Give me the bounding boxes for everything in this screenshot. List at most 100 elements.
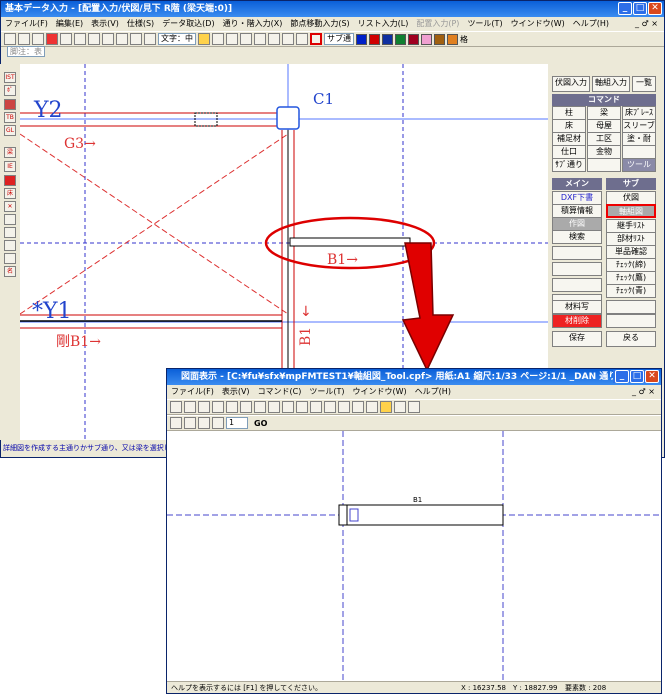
window-view-icon[interactable] xyxy=(324,401,336,413)
new-icon[interactable] xyxy=(4,33,16,45)
save-button[interactable]: 保存 xyxy=(552,331,602,347)
minimize-button[interactable]: _ xyxy=(618,2,632,15)
preview-menu-tools[interactable]: ツール(T) xyxy=(309,385,344,399)
fold-select[interactable]: 脚注：表 xyxy=(7,46,45,57)
tool-gl[interactable]: GL xyxy=(4,125,16,136)
color-navy[interactable] xyxy=(382,33,393,45)
menu-node-move[interactable]: 節点移動入力(S) xyxy=(290,17,349,31)
paste-icon[interactable] xyxy=(268,401,280,413)
sub-plan[interactable]: 伏図 xyxy=(606,191,656,205)
cmd-column[interactable]: 柱 xyxy=(552,106,586,120)
arrow-icon[interactable] xyxy=(282,33,294,45)
color-brown[interactable] xyxy=(434,33,445,45)
tool-red[interactable] xyxy=(4,175,16,186)
sub-empty-2[interactable] xyxy=(606,314,656,328)
cmd-beam[interactable]: 梁 xyxy=(587,106,621,120)
redo-icon[interactable] xyxy=(32,33,44,45)
tool-point[interactable]: ﾎﾟ xyxy=(4,85,16,96)
menu-help[interactable]: ヘルプ(H) xyxy=(573,17,609,31)
tool-cross[interactable]: ✕ xyxy=(4,201,16,212)
close-button[interactable]: ✕ xyxy=(648,2,662,15)
preview-menu-view[interactable]: 表示(V) xyxy=(222,385,250,399)
prev-page-icon[interactable] xyxy=(184,417,196,429)
cmd-empty-2[interactable] xyxy=(587,158,621,172)
cmd-sub-grid[interactable]: ｻﾌﾞ通り xyxy=(552,158,586,172)
cmd-empty-1[interactable] xyxy=(622,145,656,159)
cmd-supplement[interactable]: 補足材 xyxy=(552,132,586,146)
main-empty-2[interactable] xyxy=(552,262,602,276)
rect-icon[interactable] xyxy=(296,401,308,413)
tool-name[interactable]: 名 xyxy=(4,266,16,277)
cmd-floor-brace[interactable]: 床ﾌﾞﾚｰｽ xyxy=(622,106,656,120)
layer-icon[interactable] xyxy=(226,33,238,45)
sub-frame-diagram[interactable]: 軸組図 xyxy=(606,204,656,218)
zoom-in-icon[interactable] xyxy=(352,401,364,413)
cross-icon[interactable] xyxy=(268,33,280,45)
mdi-controls[interactable]: _ ♂ × xyxy=(635,17,658,31)
maximize-button[interactable]: □ xyxy=(633,2,647,15)
copy-icon[interactable] xyxy=(254,401,266,413)
sub-grid-select[interactable]: サブ通 xyxy=(324,33,354,45)
main-dxf[interactable]: DXF下書 xyxy=(552,191,602,205)
menu-grid-input[interactable]: 通り・階入力(X) xyxy=(223,17,283,31)
menu-window[interactable]: ウインドウ(W) xyxy=(511,17,565,31)
preview-canvas[interactable]: B1 xyxy=(167,431,661,682)
color-darkred[interactable] xyxy=(408,33,419,45)
sub-empty-1[interactable] xyxy=(606,300,656,314)
undo-icon[interactable] xyxy=(18,33,30,45)
color-green[interactable] xyxy=(395,33,406,45)
print-preview-icon[interactable] xyxy=(226,401,238,413)
preview-maximize-button[interactable]: □ xyxy=(630,370,644,383)
color-pink[interactable] xyxy=(421,33,432,45)
back-button[interactable]: 戻る xyxy=(606,331,656,347)
check-icon[interactable] xyxy=(296,33,308,45)
measure-tool-icon[interactable] xyxy=(380,401,392,413)
preview-mdi-controls[interactable]: _ ♂ × xyxy=(632,385,655,399)
tool-tb[interactable]: TB xyxy=(4,112,16,123)
zoom-fit-icon[interactable] xyxy=(102,33,114,45)
zoom-icon[interactable] xyxy=(116,33,128,45)
red-frame-icon[interactable] xyxy=(310,33,322,45)
sub-check-2[interactable]: ﾁｪｯｸ(鷹) xyxy=(606,271,656,285)
main-material-copy[interactable]: 材料写 xyxy=(552,300,602,314)
select-icon[interactable] xyxy=(60,33,72,45)
measure-icon[interactable] xyxy=(198,33,210,45)
menu-spec[interactable]: 仕様(S) xyxy=(127,17,154,31)
preview-menu-window[interactable]: ウインドウ(W) xyxy=(353,385,407,399)
sub-single-check[interactable]: 単品確認 xyxy=(606,245,656,259)
tool-ist[interactable]: IST xyxy=(4,72,16,83)
menu-edit[interactable]: 編集(E) xyxy=(56,17,83,31)
text-size-select[interactable]: 文字：中 xyxy=(158,33,196,45)
stop-icon[interactable] xyxy=(46,33,58,45)
cmd-sleeve[interactable]: スリーブ xyxy=(622,119,656,133)
tool-b[interactable] xyxy=(4,227,16,238)
print-icon[interactable] xyxy=(212,401,224,413)
menu-list-input[interactable]: リスト入力(L) xyxy=(358,17,409,31)
main-empty-1[interactable] xyxy=(552,246,602,260)
grid-view-icon[interactable] xyxy=(310,401,322,413)
preview-menu-command[interactable]: コマンド(C) xyxy=(258,385,302,399)
menu-data-import[interactable]: データ取込(D) xyxy=(162,17,214,31)
tab-plan-input[interactable]: 伏図入力 xyxy=(552,76,590,92)
last-page-icon[interactable] xyxy=(212,417,224,429)
cmd-floor[interactable]: 床 xyxy=(552,119,586,133)
main-estimate[interactable]: 積算情報 xyxy=(552,204,602,218)
sub-check-3[interactable]: ﾁｪｯｸ(青) xyxy=(606,284,656,298)
preview-menu-help[interactable]: ヘルプ(H) xyxy=(415,385,451,399)
cmd-joint[interactable]: 仕口 xyxy=(552,145,586,159)
helmet-tool-icon[interactable] xyxy=(394,401,406,413)
main-material-delete[interactable]: 材削除 xyxy=(552,314,602,328)
preview-open-icon[interactable] xyxy=(184,401,196,413)
menu-view[interactable]: 表示(V) xyxy=(91,17,119,31)
line-icon[interactable] xyxy=(240,33,252,45)
preview-save-icon[interactable] xyxy=(198,401,210,413)
next-page-icon[interactable] xyxy=(198,417,210,429)
zoom-out-icon[interactable] xyxy=(366,401,378,413)
tool-c[interactable] xyxy=(4,240,16,251)
preview-close-button[interactable]: ✕ xyxy=(645,370,659,383)
tool-floor[interactable]: 床 xyxy=(4,188,16,199)
page-number-input[interactable]: 1 xyxy=(226,417,248,429)
tool-d[interactable] xyxy=(4,253,16,264)
main-draw[interactable]: 作図 xyxy=(552,217,602,231)
tab-list[interactable]: 一覧 xyxy=(632,76,656,92)
